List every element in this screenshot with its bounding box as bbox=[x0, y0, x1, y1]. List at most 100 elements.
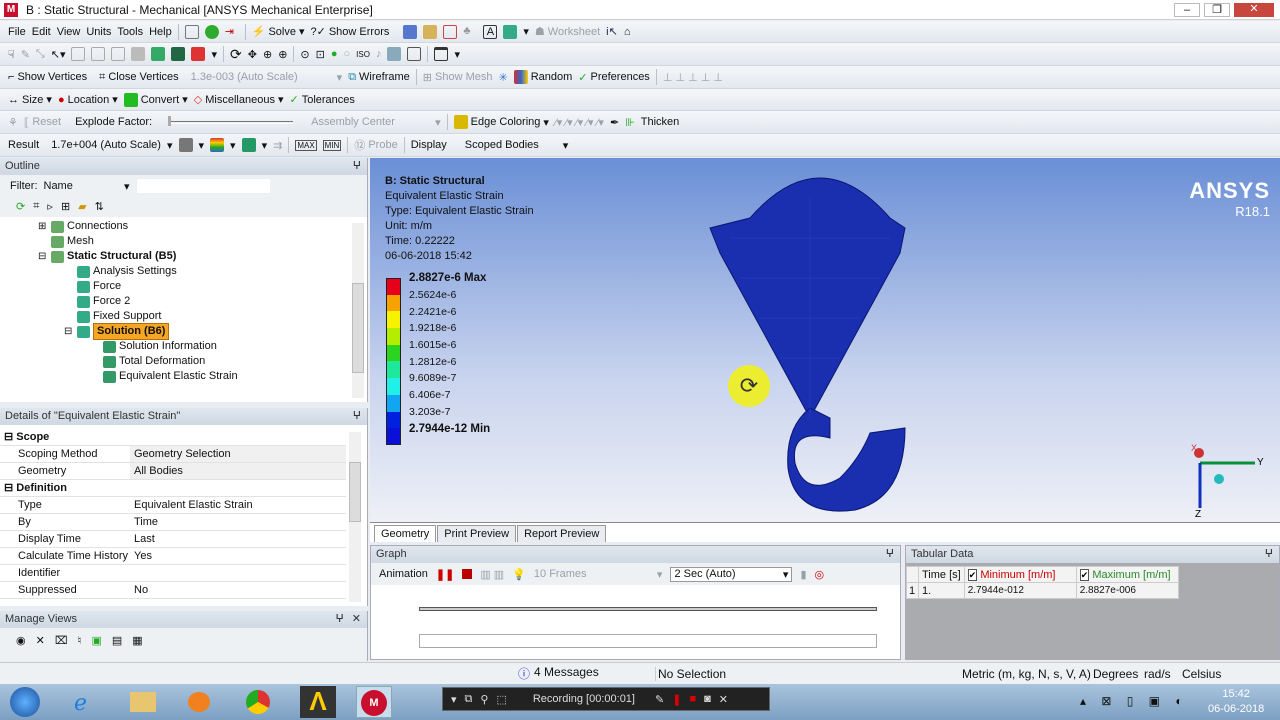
rotate-icon[interactable]: ⟳ bbox=[230, 46, 242, 63]
rename-icon[interactable]: ♮ bbox=[78, 634, 82, 647]
pin-icon[interactable]: ⵖ bbox=[336, 611, 352, 628]
folder-icon[interactable]: ▰ bbox=[78, 200, 86, 214]
zoom-in-icon[interactable]: ⊕ bbox=[278, 48, 287, 61]
connect-icon[interactable]: ⇥ bbox=[225, 25, 239, 39]
magnifier-icon[interactable]: ○ bbox=[344, 48, 351, 60]
convert-button[interactable]: Convert ▾ bbox=[123, 92, 188, 107]
command-icon[interactable] bbox=[184, 24, 199, 39]
print-icon[interactable] bbox=[407, 47, 422, 61]
probe-button[interactable]: ⑫ Probe bbox=[354, 137, 397, 153]
random-colors-button[interactable]: Random bbox=[513, 70, 572, 84]
zoom-box-icon[interactable]: ⊙ bbox=[300, 48, 309, 61]
angle-unit[interactable]: Degrees bbox=[1093, 667, 1138, 681]
tab-print-preview[interactable]: Print Preview bbox=[437, 525, 517, 542]
graph-icon[interactable] bbox=[443, 24, 458, 39]
import-icon[interactable]: ▤ bbox=[112, 634, 122, 647]
explode-slider[interactable] bbox=[168, 115, 294, 126]
details-row[interactable]: Identifier bbox=[0, 564, 346, 582]
details-scrollbar[interactable] bbox=[349, 432, 361, 602]
pause-icon[interactable]: ❚❚ bbox=[436, 568, 454, 581]
select-icon[interactable]: ☟ bbox=[8, 48, 15, 61]
pen-icon[interactable]: ✎ bbox=[655, 693, 664, 706]
table-row[interactable]: 1 1. 2.7944e-012 2.8827e-006 bbox=[906, 582, 1179, 599]
look-at-icon[interactable]: ♪ bbox=[376, 48, 382, 60]
zoom-icon[interactable]: ⊕ bbox=[263, 48, 272, 61]
pin-icon[interactable]: ⵖ bbox=[353, 158, 367, 175]
col-time[interactable]: Time [s] bbox=[918, 566, 965, 583]
cube-color-icon[interactable] bbox=[191, 47, 206, 61]
pin-icon[interactable]: ⵖ bbox=[353, 408, 367, 425]
explode-icon[interactable]: ⚘ bbox=[8, 116, 18, 129]
start-button[interactable] bbox=[10, 687, 40, 717]
minimum-checkbox[interactable]: ✔ bbox=[967, 568, 978, 581]
delete-icon[interactable]: ✕ bbox=[36, 634, 45, 647]
reset-button[interactable]: ⟦ Reset bbox=[24, 116, 61, 129]
tray-icons[interactable]: ▴ ⊠ ▯ ▣ ◐ bbox=[1080, 694, 1189, 708]
triad-axes[interactable]: Y X Z bbox=[1185, 443, 1265, 518]
vector-icon[interactable]: ⇉ bbox=[273, 139, 282, 152]
tree-item[interactable]: Fixed Support bbox=[0, 309, 367, 324]
display-dropdown[interactable]: Scoped Bodies bbox=[465, 139, 557, 151]
plus-icon[interactable]: ⊞ bbox=[61, 200, 70, 214]
min-icon[interactable]: MIN bbox=[322, 139, 342, 151]
outline-scrollbar[interactable] bbox=[352, 223, 364, 398]
vertex-scale-dropdown[interactable]: 1.3e-003 (Auto Scale) bbox=[191, 71, 331, 83]
annotation-icon[interactable]: ♣ bbox=[463, 25, 477, 39]
worksheet-button[interactable]: ☗ Worksheet bbox=[535, 25, 600, 39]
tree-item[interactable]: Solution Information bbox=[0, 339, 367, 354]
wireframe-button[interactable]: ⧉ Wireframe bbox=[348, 71, 410, 84]
xyz-icon[interactable]: ⤡ bbox=[36, 48, 45, 61]
dropdown-icon[interactable]: ▾ bbox=[451, 693, 457, 706]
unit-system[interactable]: Metric (m, kg, N, s, V, A) bbox=[962, 667, 1091, 681]
geometry-display-icon[interactable] bbox=[178, 138, 193, 152]
miscellaneous-button[interactable]: ◇ Miscellaneous ▾ bbox=[194, 93, 284, 107]
tree-item[interactable]: ⊟ Static Structural (B5) bbox=[0, 249, 367, 264]
view-icon[interactable] bbox=[387, 47, 402, 61]
tree-item[interactable]: ⊞ Connections bbox=[0, 219, 367, 234]
zoom-to-fit-icon[interactable]: ● bbox=[331, 48, 338, 60]
bulb-icon[interactable]: 💡 bbox=[512, 568, 526, 581]
iso-icon[interactable]: ISO bbox=[356, 50, 370, 59]
pointer-icon[interactable]: ↖▾ bbox=[51, 48, 66, 61]
window-layout-icon[interactable] bbox=[434, 47, 449, 61]
menu-file[interactable]: File bbox=[8, 26, 26, 38]
rotation-unit[interactable]: rad/s bbox=[1144, 667, 1171, 681]
pause-recording-icon[interactable]: ❚ bbox=[672, 693, 681, 706]
tag-icon[interactable]: ⌂ bbox=[624, 26, 631, 38]
frames-dropdown[interactable]: 10 Frames bbox=[534, 568, 649, 580]
region-icon[interactable]: ⬚ bbox=[496, 693, 506, 706]
ansys-workbench-icon[interactable]: Λ bbox=[300, 686, 336, 718]
clock[interactable]: 15:42 06-06-2018 bbox=[1208, 687, 1264, 717]
show-errors-button[interactable]: ?✓ Show Errors bbox=[311, 25, 390, 39]
expand-toggle-icon[interactable]: ⊟ bbox=[64, 324, 74, 339]
close-vertices-button[interactable]: ⌗ Close Vertices bbox=[99, 71, 179, 84]
details-row[interactable]: Geometry All Bodies bbox=[0, 462, 346, 480]
search-icon[interactable]: ⚲ bbox=[480, 693, 488, 706]
close-button[interactable]: ✕ bbox=[1234, 2, 1274, 17]
menu-help[interactable]: Help bbox=[149, 26, 172, 38]
tree-item[interactable]: Equivalent Elastic Strain bbox=[0, 369, 367, 384]
select-edge-icon[interactable]: ✎ bbox=[21, 48, 30, 61]
show-mesh-button[interactable]: ⊞ Show Mesh bbox=[423, 71, 493, 84]
show-vertices-button[interactable]: ⌐ Show Vertices bbox=[8, 71, 87, 83]
explorer-icon[interactable] bbox=[130, 692, 156, 712]
zoom-graph-icon[interactable]: ◎ bbox=[815, 568, 825, 581]
menu-units[interactable]: Units bbox=[86, 26, 111, 38]
graphics-viewport[interactable]: B: Static Structural Equivalent Elastic … bbox=[370, 158, 1280, 522]
col-maximum[interactable]: ✔ Maximum [m/m] bbox=[1075, 566, 1179, 583]
pin-icon[interactable]: ⵖ bbox=[886, 546, 900, 563]
timeline-range[interactable] bbox=[419, 634, 877, 648]
tree-item[interactable]: Analysis Settings bbox=[0, 264, 367, 279]
assembly-center-dropdown[interactable]: Assembly Center bbox=[311, 116, 429, 128]
details-section[interactable]: ⊟ Definition bbox=[0, 479, 346, 497]
contour-icon[interactable] bbox=[210, 138, 225, 152]
apply-view-icon[interactable]: ⌧ bbox=[55, 634, 68, 647]
edge-display-icons[interactable]: ⁄▾ ⁄▾ ⁄▾ ⁄▾ ⁄▾ bbox=[555, 116, 604, 129]
refresh-icon[interactable]: ⟳ bbox=[16, 200, 25, 214]
details-row[interactable]: Suppressed No bbox=[0, 581, 346, 599]
max-icon[interactable]: MAX bbox=[295, 139, 317, 151]
collapse-icon[interactable]: ⊟ bbox=[4, 482, 13, 494]
details-section[interactable]: ⊟ Scope bbox=[0, 428, 346, 446]
timeline-bar[interactable] bbox=[419, 607, 877, 611]
thicken-icon[interactable]: ⊪ bbox=[625, 116, 635, 129]
